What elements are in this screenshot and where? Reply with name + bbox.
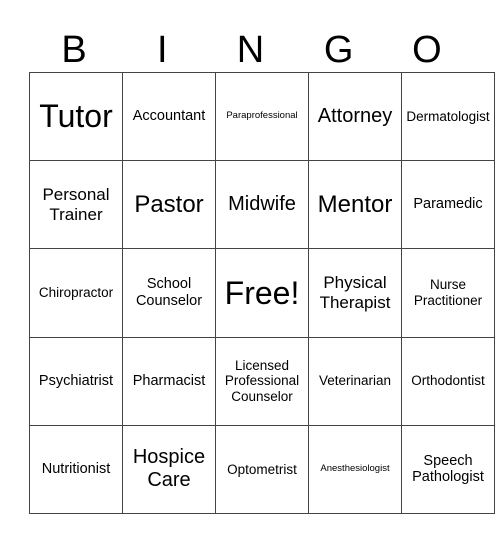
bingo-cell[interactable]: Hospice Care [122, 424, 216, 515]
header-letter-i: I [157, 29, 168, 71]
bingo-cell[interactable]: Mentor [308, 160, 402, 250]
bingo-cell[interactable]: Paramedic [401, 160, 495, 250]
bingo-row: Tutor Accountant Paraprofessional Attorn… [29, 71, 495, 162]
header-letter-g: G [323, 29, 354, 71]
bingo-cell[interactable]: Licensed Professional Counselor [215, 336, 309, 426]
bingo-cell[interactable]: Personal Trainer [29, 160, 123, 250]
bingo-cell[interactable]: Psychiatrist [29, 336, 123, 426]
bingo-cell[interactable]: Nurse Practitioner [401, 248, 495, 338]
bingo-cell[interactable]: Pharmacist [122, 336, 216, 426]
bingo-cell[interactable]: Tutor [29, 71, 123, 162]
bingo-cell[interactable]: Midwife [215, 160, 309, 250]
bingo-cell[interactable]: Pastor [122, 160, 216, 250]
bingo-cell[interactable]: Accountant [122, 71, 216, 162]
free-space-cell[interactable]: Free! [215, 248, 309, 338]
bingo-cell[interactable]: Nutritionist [29, 424, 123, 515]
bingo-cell[interactable]: Veterinarian [308, 336, 402, 426]
bingo-header: B I N G O [30, 28, 471, 72]
bingo-cell[interactable]: Optometrist [215, 424, 309, 515]
bingo-cell[interactable]: School Counselor [122, 248, 216, 338]
bingo-cell[interactable]: Speech Pathologist [401, 424, 495, 515]
bingo-cell[interactable]: Anesthesiologist [308, 424, 402, 515]
bingo-row: Psychiatrist Pharmacist Licensed Profess… [29, 336, 495, 426]
bingo-card: Tutor Accountant Paraprofessional Attorn… [29, 71, 495, 515]
header-letter-n: N [236, 29, 265, 71]
header-letter-b: B [61, 29, 87, 71]
bingo-row: Chiropractor School Counselor Free! Phys… [29, 248, 495, 338]
bingo-cell[interactable]: Physical Therapist [308, 248, 402, 338]
bingo-cell[interactable]: Chiropractor [29, 248, 123, 338]
bingo-row: Personal Trainer Pastor Midwife Mentor P… [29, 160, 495, 250]
header-letter-o: O [412, 29, 442, 71]
bingo-row: Nutritionist Hospice Care Optometrist An… [29, 424, 495, 515]
bingo-cell[interactable]: Attorney [308, 71, 402, 162]
bingo-cell[interactable]: Orthodontist [401, 336, 495, 426]
bingo-cell[interactable]: Paraprofessional [215, 71, 309, 162]
bingo-cell[interactable]: Dermatologist [401, 71, 495, 162]
